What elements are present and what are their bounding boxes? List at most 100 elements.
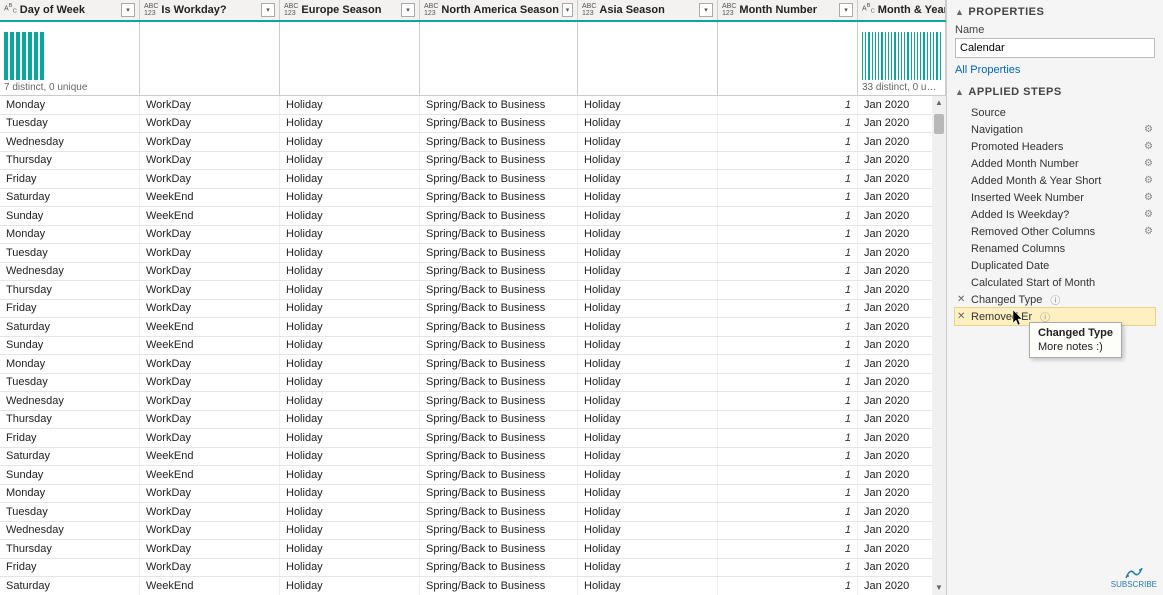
applied-step[interactable]: Renamed Columns bbox=[955, 240, 1155, 257]
table-cell[interactable]: Sunday bbox=[0, 337, 140, 355]
table-cell[interactable]: Saturday bbox=[0, 318, 140, 336]
table-cell[interactable]: Holiday bbox=[280, 337, 420, 355]
table-cell[interactable]: WorkDay bbox=[140, 244, 280, 262]
scroll-up-arrow[interactable]: ▲ bbox=[932, 96, 946, 110]
table-cell[interactable]: 1 bbox=[718, 429, 858, 447]
gear-icon[interactable]: ⚙ bbox=[1144, 175, 1153, 186]
table-cell[interactable]: Spring/Back to Business bbox=[420, 300, 578, 318]
filter-dropdown-icon[interactable]: ▾ bbox=[562, 3, 573, 17]
table-cell[interactable]: Tuesday bbox=[0, 503, 140, 521]
table-cell[interactable]: WorkDay bbox=[140, 300, 280, 318]
table-row[interactable]: SundayWeekEndHolidaySpring/Back to Busin… bbox=[0, 466, 946, 485]
table-cell[interactable]: Holiday bbox=[280, 429, 420, 447]
table-cell[interactable]: 1 bbox=[718, 411, 858, 429]
table-cell[interactable]: Holiday bbox=[280, 577, 420, 595]
datatype-icon[interactable]: ABC bbox=[4, 4, 17, 16]
table-cell[interactable]: 1 bbox=[718, 152, 858, 170]
table-cell[interactable]: WorkDay bbox=[140, 96, 280, 114]
table-cell[interactable]: Holiday bbox=[578, 466, 718, 484]
table-cell[interactable]: WorkDay bbox=[140, 152, 280, 170]
table-cell[interactable]: Spring/Back to Business bbox=[420, 411, 578, 429]
table-cell[interactable]: 1 bbox=[718, 466, 858, 484]
applied-step[interactable]: Navigation⚙ bbox=[955, 121, 1155, 138]
applied-step[interactable]: Source bbox=[955, 104, 1155, 121]
table-cell[interactable]: Holiday bbox=[578, 281, 718, 299]
table-cell[interactable]: WeekEnd bbox=[140, 337, 280, 355]
applied-step[interactable]: Added Is Weekday?⚙ bbox=[955, 206, 1155, 223]
table-cell[interactable]: Spring/Back to Business bbox=[420, 115, 578, 133]
table-row[interactable]: FridayWorkDayHolidaySpring/Back to Busin… bbox=[0, 559, 946, 578]
table-cell[interactable]: WeekEnd bbox=[140, 448, 280, 466]
table-cell[interactable]: Tuesday bbox=[0, 374, 140, 392]
table-cell[interactable]: 1 bbox=[718, 503, 858, 521]
table-cell[interactable]: Holiday bbox=[280, 170, 420, 188]
table-cell[interactable]: Holiday bbox=[578, 577, 718, 595]
table-row[interactable]: MondayWorkDayHolidaySpring/Back to Busin… bbox=[0, 485, 946, 504]
all-properties-link[interactable]: All Properties bbox=[955, 64, 1155, 76]
table-cell[interactable]: Sunday bbox=[0, 207, 140, 225]
table-cell[interactable]: Holiday bbox=[578, 411, 718, 429]
table-cell[interactable]: Holiday bbox=[280, 540, 420, 558]
gear-icon[interactable]: ⚙ bbox=[1144, 124, 1153, 135]
table-cell[interactable]: 1 bbox=[718, 540, 858, 558]
gear-icon[interactable]: ⚙ bbox=[1144, 141, 1153, 152]
table-cell[interactable]: Holiday bbox=[578, 133, 718, 151]
table-cell[interactable]: 1 bbox=[718, 281, 858, 299]
table-cell[interactable]: Holiday bbox=[280, 189, 420, 207]
table-cell[interactable]: 1 bbox=[718, 374, 858, 392]
table-cell[interactable]: Spring/Back to Business bbox=[420, 522, 578, 540]
table-row[interactable]: MondayWorkDayHolidaySpring/Back to Busin… bbox=[0, 355, 946, 374]
table-cell[interactable]: Holiday bbox=[578, 522, 718, 540]
table-cell[interactable]: Wednesday bbox=[0, 522, 140, 540]
table-cell[interactable]: Friday bbox=[0, 559, 140, 577]
table-cell[interactable]: Spring/Back to Business bbox=[420, 263, 578, 281]
table-cell[interactable]: Holiday bbox=[578, 96, 718, 114]
applied-step[interactable]: Duplicated Date bbox=[955, 257, 1155, 274]
table-cell[interactable]: Spring/Back to Business bbox=[420, 429, 578, 447]
datatype-icon[interactable]: ABC bbox=[862, 4, 875, 16]
table-cell[interactable]: WorkDay bbox=[140, 170, 280, 188]
table-cell[interactable]: 1 bbox=[718, 337, 858, 355]
table-row[interactable]: TuesdayWorkDayHolidaySpring/Back to Busi… bbox=[0, 374, 946, 393]
table-cell[interactable]: Holiday bbox=[578, 170, 718, 188]
table-cell[interactable]: Thursday bbox=[0, 281, 140, 299]
table-cell[interactable]: Thursday bbox=[0, 152, 140, 170]
table-cell[interactable]: Holiday bbox=[280, 133, 420, 151]
table-cell[interactable]: WorkDay bbox=[140, 115, 280, 133]
table-cell[interactable]: Monday bbox=[0, 355, 140, 373]
table-cell[interactable]: Saturday bbox=[0, 577, 140, 595]
table-cell[interactable]: Spring/Back to Business bbox=[420, 355, 578, 373]
table-cell[interactable]: 1 bbox=[718, 244, 858, 262]
applied-step[interactable]: Removed Other Columns⚙ bbox=[955, 223, 1155, 240]
table-cell[interactable]: Spring/Back to Business bbox=[420, 170, 578, 188]
table-row[interactable]: WednesdayWorkDayHolidaySpring/Back to Bu… bbox=[0, 263, 946, 282]
column-header[interactable]: ABC123Asia Season▾ bbox=[578, 0, 718, 20]
properties-header[interactable]: ▲ PROPERTIES bbox=[955, 6, 1155, 18]
table-cell[interactable]: Tuesday bbox=[0, 244, 140, 262]
table-cell[interactable]: Spring/Back to Business bbox=[420, 96, 578, 114]
table-cell[interactable]: Holiday bbox=[280, 559, 420, 577]
table-cell[interactable]: Holiday bbox=[280, 115, 420, 133]
table-cell[interactable]: Spring/Back to Business bbox=[420, 244, 578, 262]
table-cell[interactable]: Monday bbox=[0, 96, 140, 114]
filter-dropdown-icon[interactable]: ▾ bbox=[699, 3, 713, 17]
table-cell[interactable]: 1 bbox=[718, 189, 858, 207]
table-cell[interactable]: 1 bbox=[718, 115, 858, 133]
table-cell[interactable]: WorkDay bbox=[140, 429, 280, 447]
table-cell[interactable]: WorkDay bbox=[140, 392, 280, 410]
table-cell[interactable]: WeekEnd bbox=[140, 577, 280, 595]
table-cell[interactable]: Wednesday bbox=[0, 263, 140, 281]
filter-dropdown-icon[interactable]: ▾ bbox=[261, 3, 275, 17]
gear-icon[interactable]: ⚙ bbox=[1144, 226, 1153, 237]
table-cell[interactable]: 1 bbox=[718, 300, 858, 318]
table-row[interactable]: ThursdayWorkDayHolidaySpring/Back to Bus… bbox=[0, 540, 946, 559]
table-cell[interactable]: Monday bbox=[0, 226, 140, 244]
table-cell[interactable]: Holiday bbox=[578, 318, 718, 336]
table-cell[interactable]: Spring/Back to Business bbox=[420, 226, 578, 244]
table-row[interactable]: TuesdayWorkDayHolidaySpring/Back to Busi… bbox=[0, 115, 946, 134]
table-cell[interactable]: Holiday bbox=[280, 466, 420, 484]
table-cell[interactable]: Wednesday bbox=[0, 133, 140, 151]
table-cell[interactable]: Spring/Back to Business bbox=[420, 133, 578, 151]
table-cell[interactable]: WorkDay bbox=[140, 522, 280, 540]
table-cell[interactable]: WorkDay bbox=[140, 263, 280, 281]
